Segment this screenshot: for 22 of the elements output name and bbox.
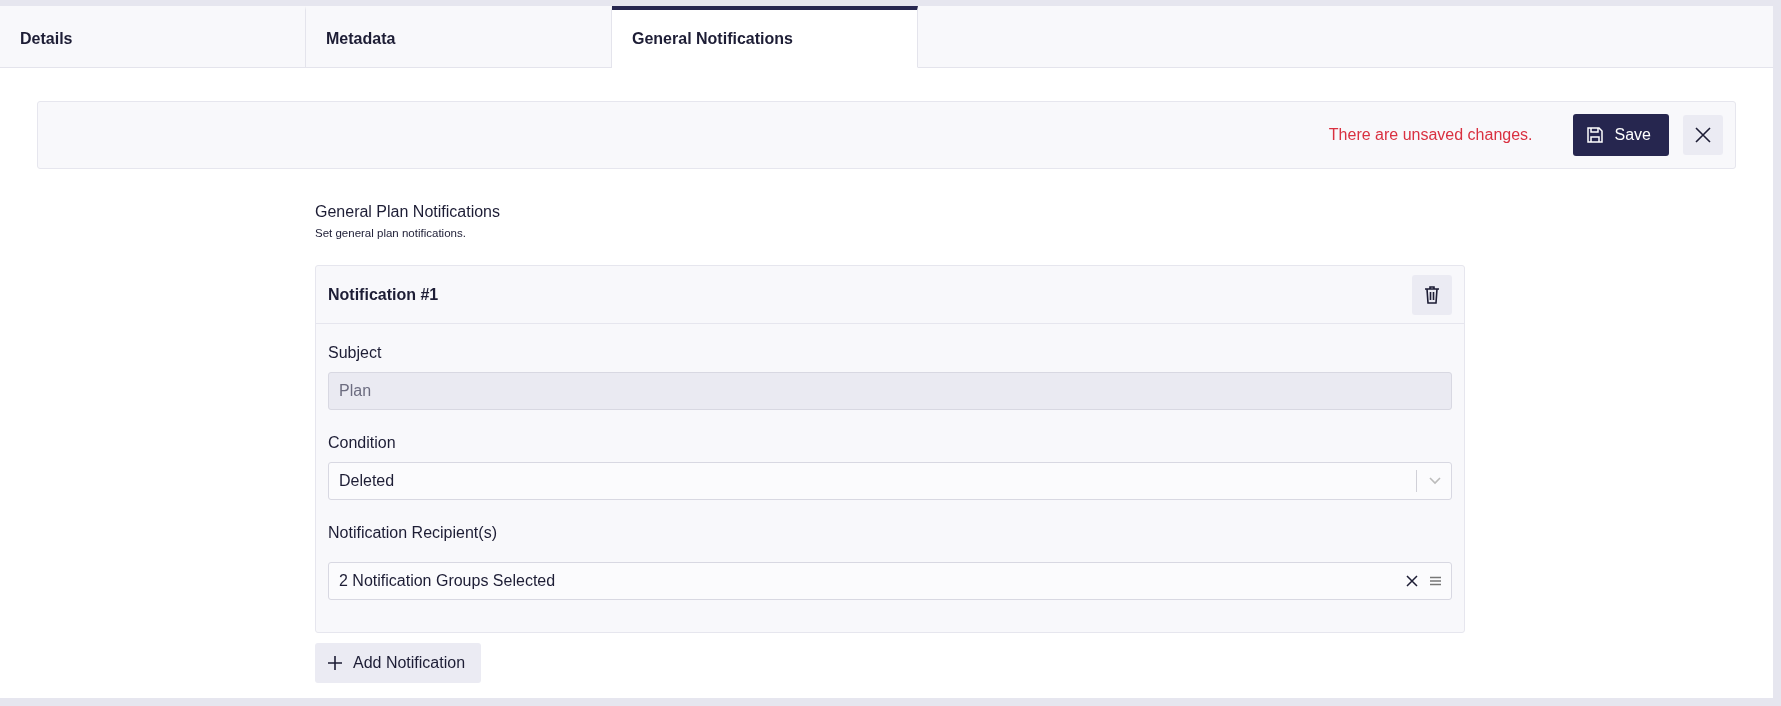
delete-button[interactable]: [1412, 274, 1452, 315]
close-button[interactable]: [1683, 115, 1723, 155]
list-icon[interactable]: [1430, 576, 1441, 586]
section-subtitle: Set general plan notifications.: [315, 227, 467, 239]
notification-title: Notification #1: [328, 285, 439, 304]
trash-icon: [1424, 285, 1440, 304]
unsaved-message: There are unsaved changes.: [1328, 126, 1533, 144]
tab[interactable]: General Notifications: [612, 6, 918, 68]
tab[interactable]: Metadata: [306, 6, 612, 68]
plus-icon: [327, 655, 343, 671]
field-label: Notification Recipient(s): [328, 524, 498, 542]
chevron-down-icon: [1429, 477, 1441, 485]
tab[interactable]: Details: [0, 6, 306, 68]
recipients-field[interactable]: 2 Notification Groups Selected: [328, 562, 1452, 600]
clear-icon[interactable]: [1406, 575, 1418, 587]
add-notification-button[interactable]: Add Notification: [315, 643, 482, 683]
field-label: Condition: [328, 434, 397, 452]
condition-dropdown[interactable]: Deleted: [328, 462, 1452, 500]
section-title: General Plan Notifications: [315, 203, 501, 221]
field-label: Subject: [328, 344, 383, 362]
close-icon: [1694, 126, 1712, 144]
save-button[interactable]: Save: [1572, 114, 1669, 156]
